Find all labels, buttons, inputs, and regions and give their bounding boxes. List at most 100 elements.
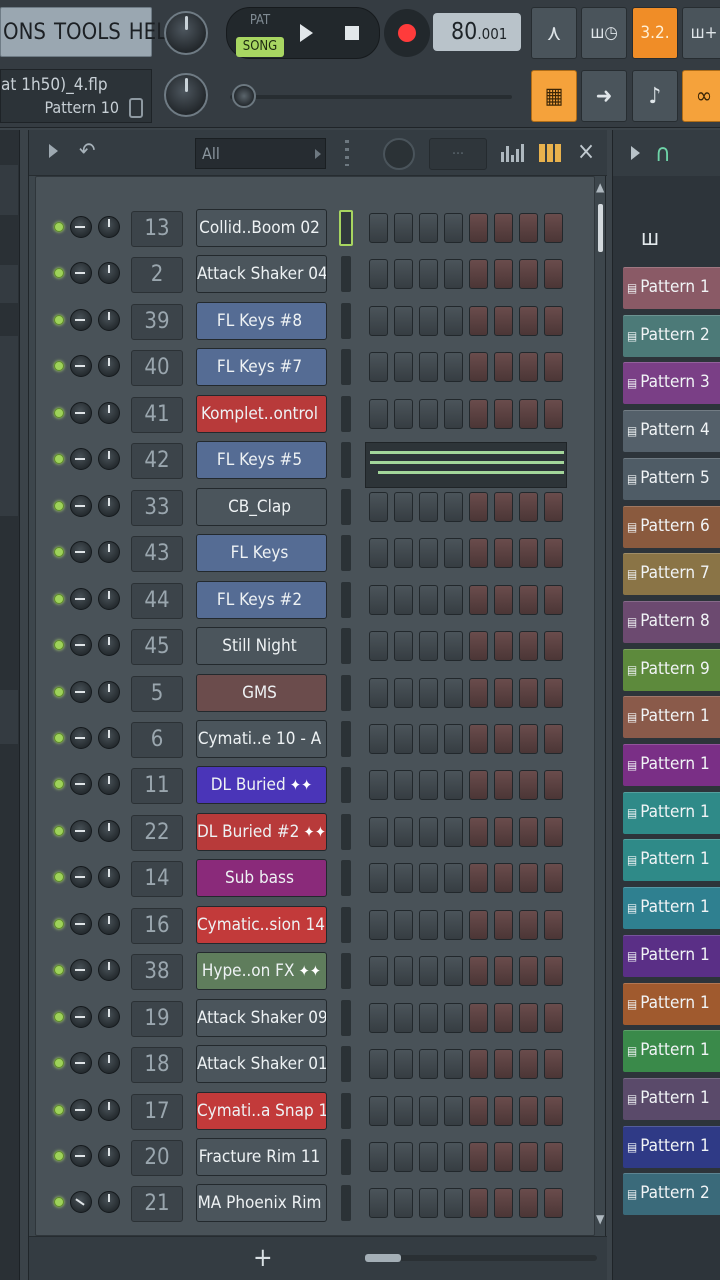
step-button[interactable] (369, 1095, 388, 1126)
channel-row[interactable]: 13 Collid..Boom 02 (36, 208, 596, 248)
channel-mute-led[interactable] (54, 1104, 64, 1115)
step-button[interactable] (369, 352, 388, 383)
swing-knob[interactable] (383, 138, 415, 170)
channel-mixer-track[interactable]: 45 (131, 629, 183, 666)
pattern-clip[interactable]: Pattern 1 (623, 1030, 720, 1073)
pattern-clip[interactable]: Pattern 6 (623, 505, 720, 548)
step-button[interactable] (394, 723, 413, 754)
channel-name-button[interactable]: Fracture Rim 11 (196, 1138, 327, 1176)
step-button[interactable] (494, 1002, 513, 1033)
channel-row[interactable]: 22 DL Buried #2 ✦✦ (36, 812, 596, 852)
channel-select-bar[interactable] (341, 535, 351, 572)
pattern-clip[interactable]: Pattern 1 (623, 267, 720, 309)
channel-volume-knob[interactable] (98, 308, 120, 331)
channel-name-button[interactable]: MA Phoenix Rim (196, 1184, 327, 1223)
step-button[interactable] (419, 398, 438, 429)
step-button[interactable] (519, 398, 538, 429)
channel-pan-knob[interactable] (70, 773, 92, 796)
mini-piano-roll[interactable] (365, 442, 567, 489)
channel-row[interactable]: 42 FL Keys #5 (36, 440, 596, 489)
channel-name-button[interactable]: FL Keys (196, 534, 327, 573)
swing-display[interactable]: ··· (429, 138, 487, 170)
step-button[interactable] (444, 352, 463, 383)
step-button[interactable] (444, 584, 463, 615)
channel-row[interactable]: 21 MA Phoenix Rim (36, 1183, 596, 1223)
channel-volume-knob[interactable] (98, 494, 120, 517)
step-button[interactable] (394, 677, 413, 708)
step-button[interactable] (394, 1188, 413, 1219)
step-button[interactable] (469, 1002, 488, 1033)
channel-volume-knob[interactable] (98, 1145, 120, 1167)
channel-name-button[interactable]: Cymati..e 10 - A (196, 719, 327, 758)
pattern-clip[interactable]: Pattern 3 (623, 362, 720, 405)
step-button[interactable] (444, 723, 463, 754)
step-button[interactable] (369, 677, 388, 708)
step-button[interactable] (394, 1142, 413, 1172)
channel-mute-led[interactable] (54, 361, 64, 372)
channel-mixer-track[interactable]: 42 (131, 443, 183, 480)
channel-pan-knob[interactable] (70, 587, 92, 610)
channel-select-bar[interactable] (341, 488, 351, 525)
master-slider-track[interactable] (230, 95, 512, 99)
step-button[interactable] (419, 213, 438, 243)
step-button[interactable] (369, 909, 388, 940)
rack-scroll-thumb[interactable] (598, 204, 603, 252)
step-button[interactable] (469, 956, 488, 987)
pattern-clip[interactable]: Pattern 1 (623, 696, 720, 739)
step-button[interactable] (519, 631, 538, 662)
channel-mixer-track[interactable]: 13 (131, 211, 183, 247)
channel-select-bar[interactable] (341, 999, 351, 1036)
channel-name-button[interactable]: Cymati..a Snap 1 (196, 1091, 327, 1130)
channel-volume-knob[interactable] (98, 216, 120, 238)
channel-select-bar[interactable] (341, 674, 351, 711)
step-button[interactable] (469, 1188, 488, 1219)
step-button[interactable] (544, 305, 563, 336)
channel-mute-led[interactable] (54, 686, 64, 697)
channel-row[interactable]: 16 Cymatic..sion 14 (36, 905, 596, 945)
step-button[interactable] (369, 213, 388, 243)
step-button[interactable] (544, 1095, 563, 1126)
channel-row[interactable]: 19 Attack Shaker 09 (36, 998, 596, 1038)
browser-row[interactable] (0, 265, 18, 303)
channel-mixer-track[interactable]: 17 (131, 1093, 183, 1130)
step-button[interactable] (469, 631, 488, 662)
step-button[interactable] (544, 584, 563, 615)
browser-row[interactable] (0, 336, 18, 516)
step-button[interactable] (419, 491, 438, 522)
channel-select-bar[interactable] (341, 767, 351, 804)
step-button[interactable] (519, 677, 538, 708)
step-button[interactable] (544, 491, 563, 522)
step-button[interactable] (419, 723, 438, 754)
channel-mute-led[interactable] (54, 547, 64, 558)
step-button[interactable] (519, 1188, 538, 1219)
channel-select-bar[interactable] (341, 953, 351, 990)
step-button[interactable] (544, 538, 563, 569)
channel-volume-knob[interactable] (98, 912, 120, 935)
channel-pan-knob[interactable] (70, 1052, 92, 1075)
master-slider-thumb[interactable] (232, 84, 256, 108)
rack-undo-icon[interactable]: ↶ (79, 139, 96, 164)
pattern-clip[interactable]: Pattern 1 (623, 1077, 720, 1120)
channel-pan-knob[interactable] (70, 262, 92, 285)
step-button[interactable] (444, 213, 463, 243)
channel-row[interactable]: 11 DL Buried ✦✦ (36, 765, 596, 805)
channel-select-bar[interactable] (341, 1185, 351, 1222)
pattern-clip[interactable]: Pattern 1 (623, 982, 720, 1025)
step-button[interactable] (419, 352, 438, 383)
step-button[interactable] (519, 1095, 538, 1126)
step-button[interactable] (544, 398, 563, 429)
channel-name-button[interactable]: Still Night (196, 627, 327, 666)
step-button[interactable] (519, 909, 538, 940)
step-button[interactable] (419, 1095, 438, 1126)
channel-row[interactable]: 20 Fracture Rim 11 (36, 1137, 596, 1177)
channel-row[interactable]: 6 Cymati..e 10 - A (36, 719, 596, 759)
step-button[interactable] (419, 770, 438, 801)
channel-row[interactable]: 44 FL Keys #2 (36, 580, 596, 620)
channel-volume-knob[interactable] (98, 726, 120, 749)
stop-button[interactable] (332, 10, 372, 56)
channel-volume-knob[interactable] (98, 448, 120, 471)
channel-pan-knob[interactable] (70, 494, 92, 517)
step-button[interactable] (469, 584, 488, 615)
channel-mute-led[interactable] (54, 825, 64, 836)
channel-name-button[interactable]: Sub bass (196, 859, 327, 898)
